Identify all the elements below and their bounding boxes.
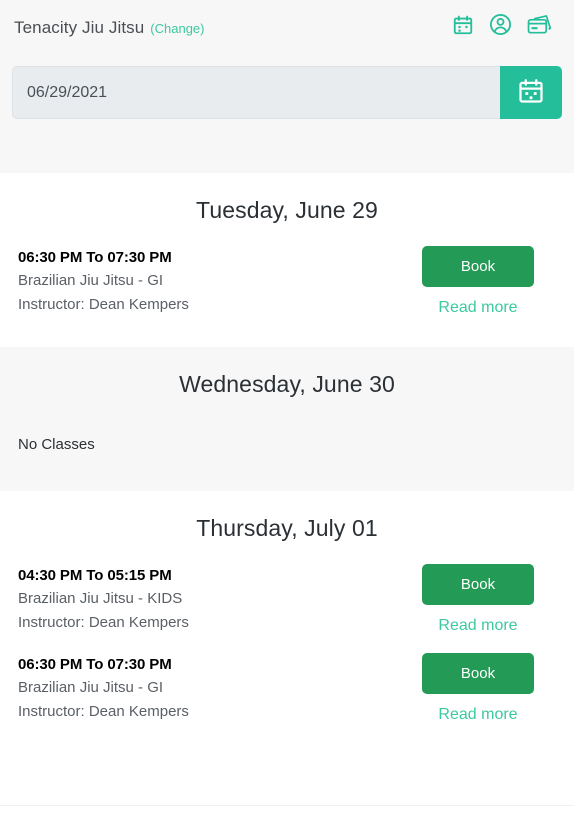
- read-more-link[interactable]: Read more: [438, 299, 517, 317]
- read-more-link[interactable]: Read more: [438, 706, 517, 724]
- day-heading: Wednesday, June 30: [179, 371, 395, 397]
- class-info: 04:30 PM To 05:15 PM Brazilian Jiu Jitsu …: [16, 564, 189, 634]
- class-schedule-page: Tenacity Jiu Jitsu (Change) 06/29/2021 T…: [0, 0, 574, 813]
- book-button[interactable]: Book: [422, 564, 534, 605]
- page-header: Tenacity Jiu Jitsu (Change): [0, 0, 574, 173]
- class-name: Brazilian Jiu Jitsu - KIDS: [18, 590, 183, 608]
- header-icon-group: [452, 13, 560, 41]
- class-row: 06:30 PM To 07:30 PM Brazilian Jiu Jitsu …: [16, 228, 558, 317]
- calendar-icon: [517, 77, 545, 108]
- brand-name: Tenacity Jiu Jitsu: [14, 17, 145, 37]
- day-sections: Tuesday, June 29 06:30 PM To 07:30 PM Braz…: [0, 173, 574, 754]
- class-actions: Book Read more: [422, 564, 534, 635]
- book-button[interactable]: Book: [422, 246, 534, 287]
- bottom-divider: [0, 805, 574, 806]
- class-name: Brazilian Jiu Jitsu - GI: [18, 679, 164, 697]
- no-classes-message: No Classes: [18, 436, 95, 453]
- day-section: Tuesday, June 29 06:30 PM To 07:30 PM Braz…: [0, 173, 574, 347]
- user-circle-icon[interactable]: [489, 13, 512, 41]
- day-heading: Thursday, July 01: [196, 515, 378, 541]
- class-info: 06:30 PM To 07:30 PM Brazilian Jiu Jitsu …: [16, 246, 189, 316]
- day-section: Wednesday, June 30 No Classes: [0, 347, 574, 491]
- book-button[interactable]: Book: [422, 653, 534, 694]
- read-more-link[interactable]: Read more: [438, 617, 517, 635]
- brand: Tenacity Jiu Jitsu (Change): [14, 19, 205, 36]
- date-picker: [12, 66, 562, 119]
- class-info: 06:30 PM To 07:30 PM Brazilian Jiu Jitsu …: [16, 653, 189, 723]
- class-time: 06:30 PM To 07:30 PM: [18, 249, 172, 266]
- calendar-icon[interactable]: [452, 14, 474, 41]
- class-actions: Book Read more: [422, 653, 534, 724]
- class-row: 04:30 PM To 05:15 PM Brazilian Jiu Jitsu …: [16, 546, 558, 635]
- class-name: Brazilian Jiu Jitsu - GI: [18, 272, 164, 290]
- day-heading: Tuesday, June 29: [196, 197, 378, 223]
- class-row: 06:30 PM To 07:30 PM Brazilian Jiu Jitsu …: [16, 635, 558, 724]
- class-instructor: Instructor: Dean Kempers: [18, 613, 189, 631]
- class-time: 06:30 PM To 07:30 PM: [18, 656, 172, 673]
- class-instructor: Instructor: Dean Kempers: [18, 295, 189, 313]
- class-time: 04:30 PM To 05:15 PM: [18, 567, 172, 584]
- class-instructor: Instructor: Dean Kempers: [18, 702, 189, 720]
- class-list: 04:30 PM To 05:15 PM Brazilian Jiu Jitsu …: [16, 546, 558, 754]
- date-input[interactable]: [12, 66, 500, 119]
- credit-cards-icon[interactable]: [527, 14, 552, 41]
- day-section: Thursday, July 01 04:30 PM To 05:15 PM Bra…: [0, 491, 574, 754]
- class-actions: Book Read more: [422, 246, 534, 317]
- open-calendar-button[interactable]: [500, 66, 562, 119]
- change-gym-link[interactable]: (Change): [150, 22, 204, 35]
- header-top-bar: Tenacity Jiu Jitsu (Change): [12, 12, 562, 42]
- class-list: 06:30 PM To 07:30 PM Brazilian Jiu Jitsu …: [16, 228, 558, 347]
